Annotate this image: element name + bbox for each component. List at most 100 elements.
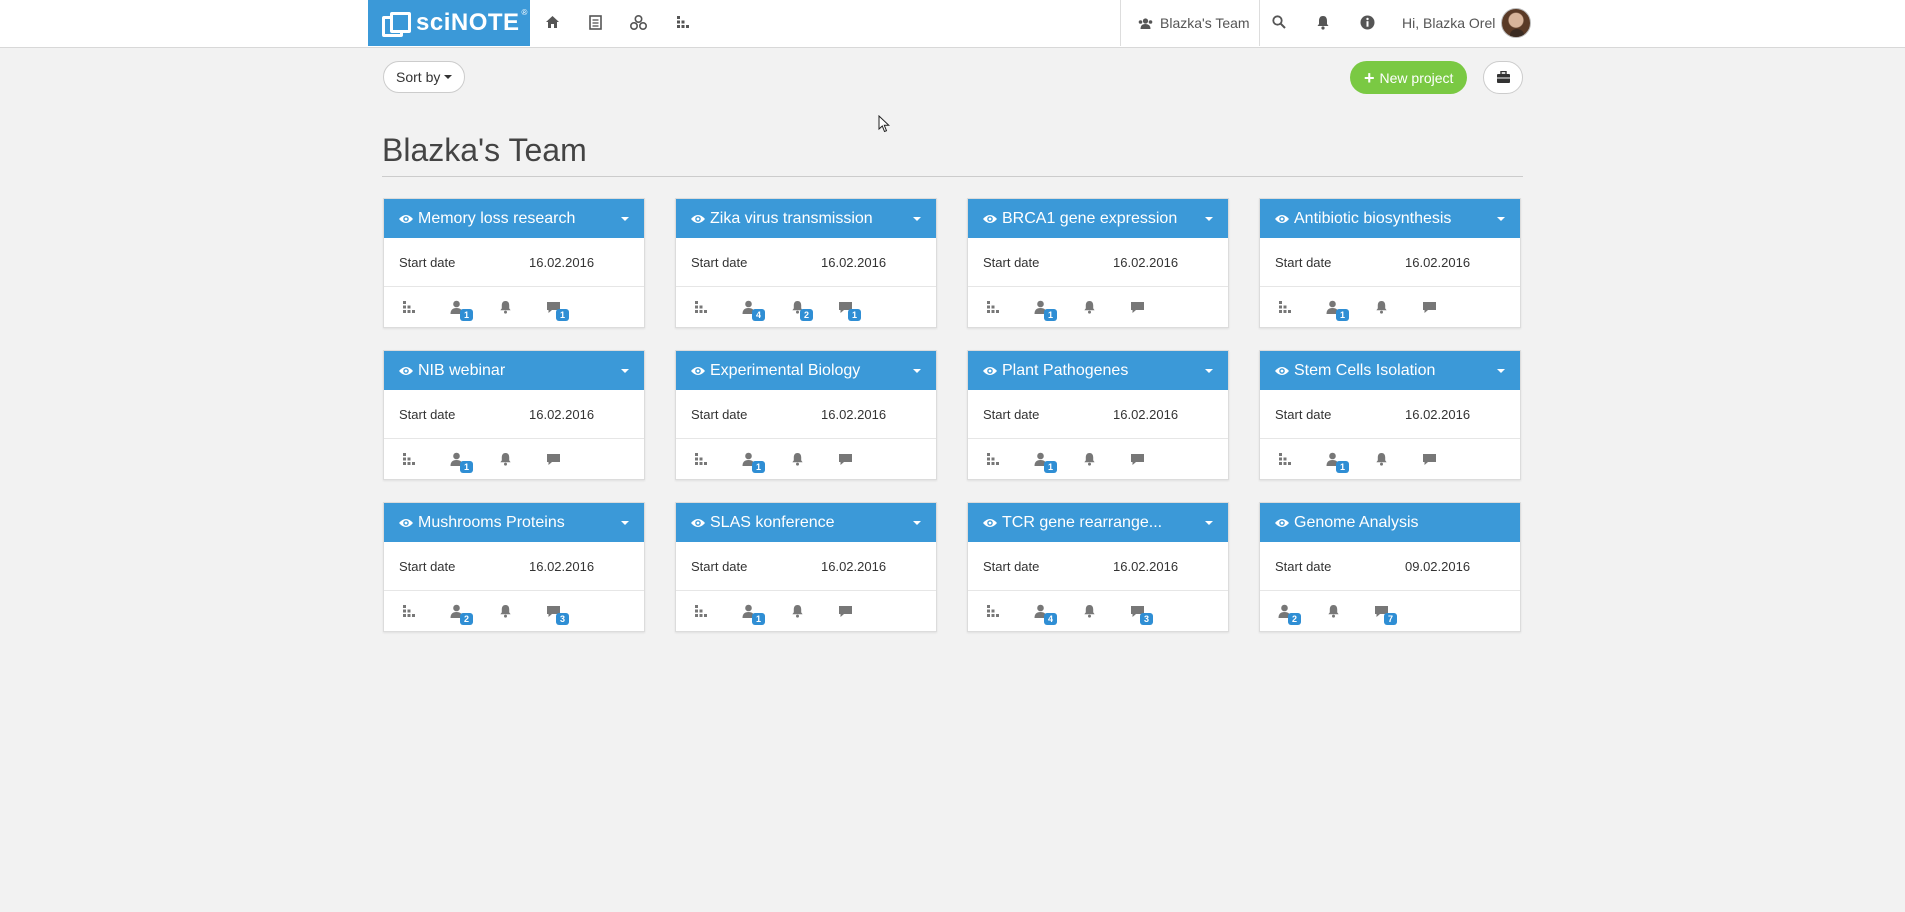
comments-icon[interactable] <box>1125 448 1149 470</box>
users-icon[interactable]: 1 <box>445 296 473 321</box>
users-icon[interactable]: 1 <box>1321 448 1349 473</box>
project-card-header[interactable]: Memory loss research <box>384 199 644 238</box>
project-dropdown-toggle[interactable] <box>614 368 632 373</box>
info-icon[interactable] <box>1354 10 1380 34</box>
bell-icon[interactable] <box>1077 296 1101 318</box>
comments-icon[interactable] <box>1417 296 1441 318</box>
reports-icon[interactable] <box>689 296 713 318</box>
project-dropdown-toggle[interactable] <box>1490 368 1508 373</box>
users-icon[interactable]: 1 <box>1321 296 1349 321</box>
project-card[interactable]: NIB webinar Start date 16.02.2016 1 <box>383 350 645 480</box>
comments-icon[interactable] <box>833 600 857 622</box>
project-card[interactable]: BRCA1 gene expression Start date 16.02.2… <box>967 198 1229 328</box>
project-dropdown-toggle[interactable] <box>614 216 632 221</box>
users-icon[interactable]: 1 <box>737 448 765 473</box>
project-card-header[interactable]: TCR gene rearrange... <box>968 503 1228 542</box>
bell-icon[interactable] <box>1310 10 1336 34</box>
bell-icon[interactable] <box>1369 448 1393 470</box>
users-icon[interactable]: 2 <box>1273 600 1301 625</box>
bell-icon[interactable] <box>493 296 517 318</box>
project-card[interactable]: TCR gene rearrange... Start date 16.02.2… <box>967 502 1229 632</box>
project-card-header[interactable]: Genome Analysis <box>1260 503 1520 542</box>
project-card-header[interactable]: BRCA1 gene expression <box>968 199 1228 238</box>
users-icon[interactable]: 2 <box>445 600 473 625</box>
scinote-logo[interactable]: sciNOTE ® <box>368 0 530 46</box>
comments-icon[interactable]: 3 <box>541 600 569 625</box>
bell-icon[interactable] <box>493 448 517 470</box>
project-card[interactable]: Experimental Biology Start date 16.02.20… <box>675 350 937 480</box>
team-switcher[interactable]: Blazka's Team <box>1122 0 1266 46</box>
project-name: Experimental Biology <box>710 361 861 379</box>
project-card[interactable]: Stem Cells Isolation Start date 16.02.20… <box>1259 350 1521 480</box>
project-card-header[interactable]: Plant Pathogenes <box>968 351 1228 390</box>
project-card[interactable]: Genome Analysis Start date 09.02.2016 2 … <box>1259 502 1521 632</box>
project-card[interactable]: Plant Pathogenes Start date 16.02.2016 1 <box>967 350 1229 480</box>
sort-by-button[interactable]: Sort by <box>383 61 466 93</box>
home-icon[interactable] <box>539 10 565 34</box>
project-card-header[interactable]: Antibiotic biosynthesis <box>1260 199 1520 238</box>
project-card[interactable]: Mushrooms Proteins Start date 16.02.2016… <box>383 502 645 632</box>
reports-icon[interactable] <box>981 296 1005 318</box>
project-card[interactable]: Zika virus transmission Start date 16.02… <box>675 198 937 328</box>
search-icon[interactable] <box>1266 10 1292 34</box>
archive-button[interactable] <box>1483 61 1523 94</box>
chevron-down-icon <box>1205 368 1213 373</box>
project-card-header[interactable]: Mushrooms Proteins <box>384 503 644 542</box>
bell-icon[interactable] <box>785 448 809 470</box>
new-project-button[interactable]: + New project <box>1350 61 1468 94</box>
project-card[interactable]: Memory loss research Start date 16.02.20… <box>383 198 645 328</box>
users-icon[interactable]: 1 <box>737 600 765 625</box>
reports-icon[interactable] <box>397 600 421 622</box>
list-icon[interactable] <box>582 10 608 34</box>
comments-icon[interactable]: 1 <box>541 296 569 321</box>
comments-icon[interactable]: 1 <box>833 296 861 321</box>
reports-icon[interactable] <box>981 600 1005 622</box>
project-name: Genome Analysis <box>1294 513 1419 531</box>
project-dropdown-toggle[interactable] <box>906 216 924 221</box>
reports-icon[interactable] <box>397 296 421 318</box>
comments-icon[interactable]: 3 <box>1125 600 1153 625</box>
comments-icon[interactable]: 7 <box>1369 600 1397 625</box>
project-card-header[interactable]: Zika virus transmission <box>676 199 936 238</box>
comments-icon[interactable] <box>1125 296 1149 318</box>
reports-icon[interactable] <box>397 448 421 470</box>
reports-icon[interactable] <box>689 600 713 622</box>
bell-icon[interactable] <box>1369 296 1393 318</box>
project-card[interactable]: Antibiotic biosynthesis Start date 16.02… <box>1259 198 1521 328</box>
bell-icon[interactable]: 2 <box>785 296 813 321</box>
user-menu[interactable]: Hi, Blazka Orel <box>1402 0 1532 46</box>
project-dropdown-toggle[interactable] <box>1198 368 1216 373</box>
project-dropdown-toggle[interactable] <box>906 368 924 373</box>
protocols-icon[interactable] <box>625 10 651 34</box>
bell-icon[interactable] <box>785 600 809 622</box>
project-dropdown-toggle[interactable] <box>614 520 632 525</box>
users-icon[interactable]: 4 <box>737 296 765 321</box>
reports-icon[interactable] <box>1273 448 1297 470</box>
users-icon[interactable]: 1 <box>1029 296 1057 321</box>
project-card-header[interactable]: Experimental Biology <box>676 351 936 390</box>
comments-icon[interactable] <box>541 448 565 470</box>
users-icon[interactable]: 4 <box>1029 600 1057 625</box>
bell-icon[interactable] <box>493 600 517 622</box>
bell-icon[interactable] <box>1321 600 1345 622</box>
project-card-footer: 1 <box>384 439 644 479</box>
project-card[interactable]: SLAS konference Start date 16.02.2016 1 <box>675 502 937 632</box>
project-card-footer: 1 <box>968 287 1228 327</box>
comments-icon[interactable] <box>833 448 857 470</box>
project-dropdown-toggle[interactable] <box>906 520 924 525</box>
reports-icon[interactable] <box>689 448 713 470</box>
reports-icon[interactable] <box>670 10 696 34</box>
bell-icon[interactable] <box>1077 448 1101 470</box>
project-card-header[interactable]: NIB webinar <box>384 351 644 390</box>
project-dropdown-toggle[interactable] <box>1198 520 1216 525</box>
project-dropdown-toggle[interactable] <box>1198 216 1216 221</box>
bell-icon[interactable] <box>1077 600 1101 622</box>
users-icon[interactable]: 1 <box>1029 448 1057 473</box>
reports-icon[interactable] <box>981 448 1005 470</box>
reports-icon[interactable] <box>1273 296 1297 318</box>
users-icon[interactable]: 1 <box>445 448 473 473</box>
comments-icon[interactable] <box>1417 448 1441 470</box>
project-dropdown-toggle[interactable] <box>1490 216 1508 221</box>
project-card-header[interactable]: SLAS konference <box>676 503 936 542</box>
project-card-header[interactable]: Stem Cells Isolation <box>1260 351 1520 390</box>
